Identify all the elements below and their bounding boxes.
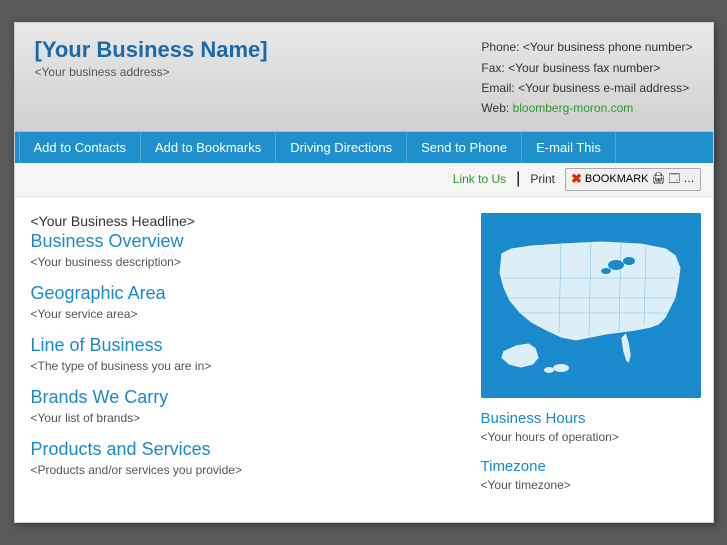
phone-value: <Your business phone number> [523,40,693,54]
header-right: Phone: <Your business phone number> Fax:… [481,37,692,119]
phone-label: Phone: [481,40,519,54]
timezone-title: Timezone [481,458,701,475]
business-headline: <Your Business Headline> [31,213,465,229]
timezone-block: Timezone <Your timezone> [481,458,701,492]
headline-block: <Your Business Headline> Business Overvi… [31,213,465,269]
email-line: Email: <Your business e-mail address> [481,78,692,98]
bookmark-button[interactable]: ✖ BOOKMARK 🖨 🗔 … [565,168,701,191]
bookmark-icons: 🖨 🗔 … [651,170,694,189]
print-button[interactable]: Print [530,172,555,186]
brands-title: Brands We Carry [31,387,465,408]
lob-desc: <The type of business you are in> [31,359,465,373]
geo-desc: <Your service area> [31,307,465,321]
fax-label: Fax: [481,61,504,75]
fax-line: Fax: <Your business fax number> [481,58,692,78]
nav-add-contacts[interactable]: Add to Contacts [19,132,142,163]
content-right: Business Hours <Your hours of operation>… [481,213,701,506]
nav-driving-directions[interactable]: Driving Directions [276,132,407,163]
products-block: Products and Services <Products and/or s… [31,439,465,477]
lob-block: Line of Business <The type of business y… [31,335,465,373]
business-name: [Your Business Name] [35,37,268,63]
timezone-desc: <Your timezone> [481,478,701,492]
bookmark-label: BOOKMARK [585,173,649,185]
products-desc: <Products and/or services you provide> [31,463,465,477]
lob-title: Line of Business [31,335,465,356]
nav-email-this[interactable]: E-mail This [522,132,616,163]
geo-title: Geographic Area [31,283,465,304]
web-line: Web: bloomberg-moron.com [481,98,692,118]
toolbar: Link to Us | Print ✖ BOOKMARK 🖨 🗔 … [15,163,713,197]
header: [Your Business Name] <Your business addr… [15,23,713,132]
geo-block: Geographic Area <Your service area> [31,283,465,321]
hours-title: Business Hours [481,410,701,427]
main-content: <Your Business Headline> Business Overvi… [15,197,713,522]
products-title: Products and Services [31,439,465,460]
hours-desc: <Your hours of operation> [481,430,701,444]
header-left: [Your Business Name] <Your business addr… [35,37,268,79]
content-left: <Your Business Headline> Business Overvi… [31,213,465,506]
phone-line: Phone: <Your business phone number> [481,37,692,57]
toolbar-separator: | [516,170,520,188]
navbar: Add to Contacts Add to Bookmarks Driving… [15,132,713,163]
email-label: Email: [481,81,514,95]
overview-desc: <Your business description> [31,255,465,269]
map-svg [481,213,701,398]
page-wrapper: [Your Business Name] <Your business addr… [14,22,714,523]
nav-send-to-phone[interactable]: Send to Phone [407,132,522,163]
web-label: Web: [481,101,509,115]
hours-block: Business Hours <Your hours of operation> [481,410,701,444]
link-to-us-button[interactable]: Link to Us [453,172,506,186]
bookmark-icon: ✖ [571,171,582,187]
business-address: <Your business address> [35,65,268,79]
map-image [481,213,701,398]
brands-block: Brands We Carry <Your list of brands> [31,387,465,425]
overview-title: Business Overview [31,231,465,252]
web-link[interactable]: bloomberg-moron.com [513,101,634,115]
nav-add-bookmarks[interactable]: Add to Bookmarks [141,132,276,163]
brands-desc: <Your list of brands> [31,411,465,425]
fax-value: <Your business fax number> [508,61,660,75]
email-value: <Your business e-mail address> [518,81,689,95]
